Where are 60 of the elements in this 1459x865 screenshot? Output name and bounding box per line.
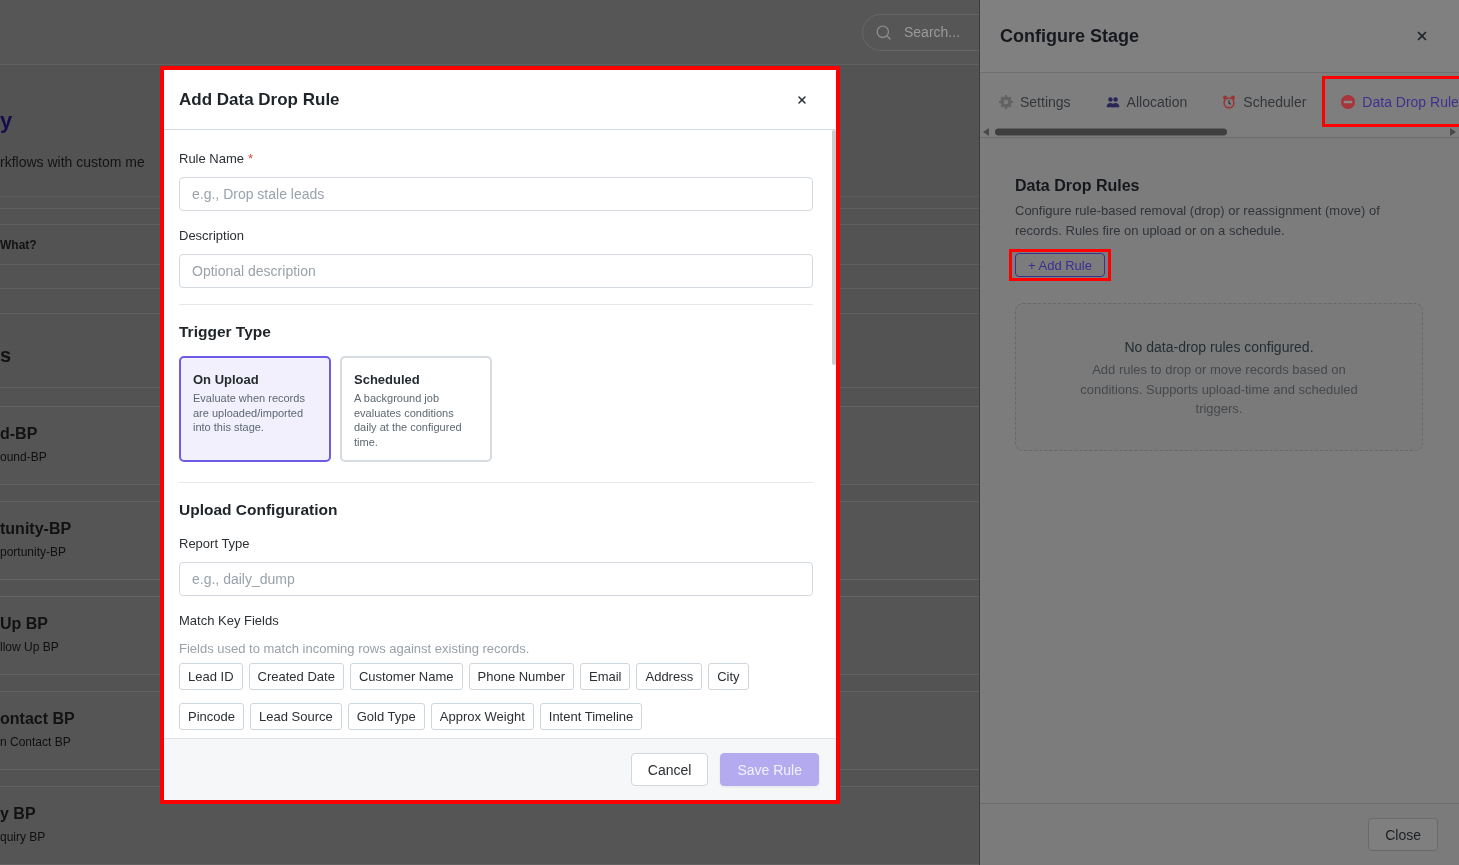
dialog-title: Add Data Drop Rule xyxy=(179,89,340,110)
card-subtitle: portunity-BP xyxy=(0,544,67,560)
card-subtitle: ound-BP xyxy=(0,449,47,465)
field-chip[interactable]: Phone Number xyxy=(468,663,574,690)
card-title: y BP xyxy=(0,804,36,824)
close-icon xyxy=(796,93,808,106)
group-title: Trigger Type xyxy=(179,322,271,342)
card-subtitle: n Contact BP xyxy=(0,734,71,750)
cancel-button[interactable]: Cancel xyxy=(630,753,709,786)
vertical-scrollbar[interactable] xyxy=(832,130,836,365)
field-hint: Fields used to match incoming rows against existing records. xyxy=(179,641,530,657)
field-chip[interactable]: Customer Name xyxy=(349,663,463,690)
field-chip[interactable]: Gold Type xyxy=(347,703,425,730)
trigger-option-card[interactable]: On Upload Evaluate when records are uploaded/imported into this stage. xyxy=(179,356,331,462)
trigger-option-card[interactable]: Scheduled A background job evaluates conditions daily at the configured time. xyxy=(340,356,492,462)
no-entry-icon xyxy=(1341,94,1356,109)
search-icon xyxy=(875,23,892,41)
field-label: Rule Name xyxy=(179,151,245,167)
column-header: What? xyxy=(0,237,37,252)
option-description: Evaluate when records are uploaded/imported into this stage. xyxy=(193,391,306,435)
section-title: s xyxy=(0,344,12,367)
text-field[interactable]: e.g., daily_dump xyxy=(179,562,813,596)
card-subtitle: quiry BP xyxy=(0,829,46,845)
option-description: A background job evaluates conditions daily at the configured time. xyxy=(354,391,463,449)
field-chip[interactable]: Pincode xyxy=(179,703,244,730)
option-title: On Upload xyxy=(193,372,259,388)
option-title: Scheduled xyxy=(354,372,420,388)
card-title: ontact BP xyxy=(0,709,75,729)
card-title: d-BP xyxy=(0,424,38,444)
section-description: Configure rule-based removal (drop) or reassignment (move) of records. Rules fire on upload or on a schedule. xyxy=(1015,202,1381,240)
people-icon xyxy=(1105,95,1120,108)
alarm-clock-icon xyxy=(1222,94,1237,109)
field-chip[interactable]: Created Date xyxy=(248,663,344,690)
group-title: Upload Configuration xyxy=(179,500,338,520)
gear-icon xyxy=(999,94,1013,109)
field-chip[interactable]: Intent Timeline xyxy=(539,703,643,730)
page-title: y xyxy=(0,108,13,134)
field-chip[interactable]: Address xyxy=(636,663,703,690)
text-field[interactable]: Optional description xyxy=(179,254,813,288)
field-chip[interactable]: Lead ID xyxy=(179,663,243,690)
close-button[interactable] xyxy=(796,93,808,106)
field-label: Report Type xyxy=(179,536,250,552)
field-chip[interactable]: Email xyxy=(579,663,631,690)
required-asterisk: * xyxy=(248,151,254,167)
field-label: Description xyxy=(179,228,245,244)
search-field[interactable]: Search... xyxy=(862,13,979,51)
page-subtitle: rkflows with custom me xyxy=(0,153,145,172)
card-title: tunity-BP xyxy=(0,519,72,539)
drawer-title: Configure Stage xyxy=(1000,25,1139,47)
text-field[interactable]: e.g., Drop stale leads xyxy=(179,177,813,211)
field-chip[interactable]: Approx Weight xyxy=(430,703,534,730)
field-label: Match Key Fields xyxy=(179,613,279,629)
close-icon xyxy=(1415,29,1429,43)
empty-state-title: No data-drop rules configured. xyxy=(1124,338,1314,357)
close-drawer-button[interactable]: Close xyxy=(1368,818,1438,851)
section-heading: Data Drop Rules xyxy=(1015,176,1140,196)
field-chip[interactable]: City xyxy=(708,663,749,690)
card-title: Up BP xyxy=(0,614,48,634)
field-chip[interactable]: Lead Source xyxy=(250,703,342,730)
card-subtitle: llow Up BP xyxy=(0,639,59,655)
